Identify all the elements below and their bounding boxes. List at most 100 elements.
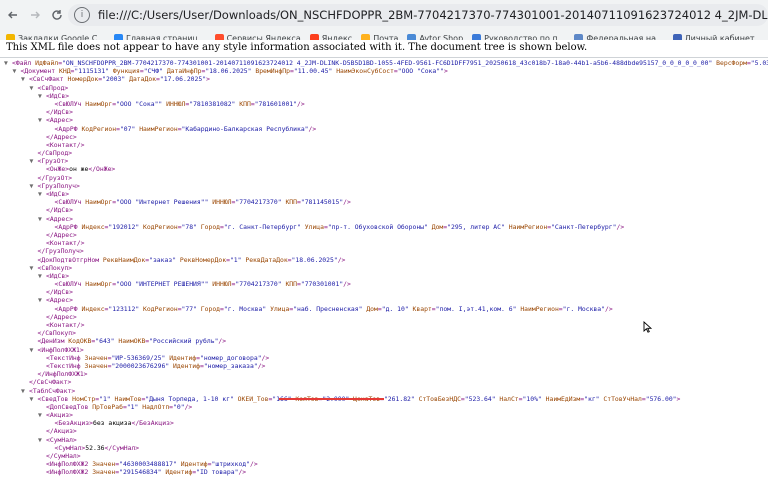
collapse-triangle-icon[interactable]: ▼ — [38, 436, 46, 444]
xml-attr-name: Значен — [84, 353, 108, 362]
xml-tag: </СумНал> — [46, 452, 81, 460]
xml-attr-name: НаимРегион — [139, 124, 178, 133]
xml-attr-name: КНД — [59, 67, 71, 76]
xml-line: ▼ <СведТов НомСтр="1" НаимТов="Дыня Торпе… — [0, 395, 768, 403]
xml-attr-value: "643" — [95, 337, 115, 346]
xml-attr-name: Город — [200, 304, 221, 313]
address-bar[interactable]: i file:///C:/Users/User/Downloads/ON_NSC… — [68, 4, 768, 26]
collapse-triangle-icon[interactable]: ▼ — [38, 116, 46, 124]
xml-attr-value: "ID товара" — [196, 468, 239, 477]
xml-attr-name: Индекс — [81, 304, 105, 313]
collapse-triangle-icon[interactable]: ▼ — [21, 75, 29, 83]
collapse-triangle-icon[interactable]: ▼ — [30, 182, 38, 190]
xml-text: 52.36 — [85, 443, 105, 452]
xml-attr-value: "заказ" — [149, 255, 177, 264]
xml-line: ▼ <ИнфПолФХЖ1> — [0, 346, 768, 354]
xml-attr-name: РеквДатаДок — [245, 255, 288, 264]
reload-icon[interactable] — [48, 6, 66, 24]
xml-tag: </Адрес> — [46, 312, 77, 321]
xml-tag: <СумНал> — [46, 435, 77, 444]
xml-tree: ▼ <Файл ИдФайл="ON_NSCHFDOPPR_2BM-7704217… — [0, 59, 768, 477]
xml-attr-value: "7704217370" — [235, 198, 282, 207]
xml-attr-name: Идентиф — [180, 460, 208, 469]
xml-attr-name: Значен — [92, 460, 116, 469]
xml-tag: <Контакт/> — [46, 239, 85, 248]
info-icon[interactable]: i — [74, 7, 90, 23]
xml-attr-value: "ИР-536369/25" — [111, 353, 166, 362]
xml-line: <ИнфПолФХЖ2 Значен="4630003488817" Идент… — [0, 460, 768, 468]
xml-line: ▼ <ТаблСчФакт> — [0, 387, 768, 395]
xml-attr-value: "Российский рубль" — [149, 337, 219, 346]
collapse-triangle-icon[interactable]: ▼ — [13, 67, 21, 75]
xml-attr-name: РеквНаимДок — [102, 255, 146, 264]
forward-arrow-icon[interactable] — [26, 6, 44, 24]
xml-attr-name: Значен — [84, 361, 108, 370]
xml-line: ▼ <ИдСв> — [0, 272, 768, 280]
xml-line: ▼ <Адрес> — [0, 296, 768, 304]
xml-tag-end: /> — [343, 280, 351, 289]
collapse-triangle-icon[interactable]: ▼ — [4, 59, 12, 67]
xml-line: </ИдСв> — [0, 206, 768, 214]
xml-attr-name: НаимОрг — [85, 198, 113, 207]
xml-attr-name: КодРегион — [143, 222, 178, 231]
xml-attr-value: "ООО "ИНТЕРНЕТ РЕШЕНИЯ"" — [116, 280, 209, 289]
collapse-triangle-icon[interactable]: ▼ — [38, 215, 46, 223]
xml-attr-value: "781145015" — [300, 198, 344, 207]
collapse-triangle-icon[interactable]: ▼ — [30, 395, 38, 403]
xml-tag: <ГрузПолуч> — [37, 181, 80, 190]
xml-info-bar: This XML file does not appear to have an… — [0, 40, 768, 58]
xml-attr-name: НаимРегион — [520, 304, 559, 313]
collapse-triangle-icon[interactable]: ▼ — [38, 272, 46, 280]
collapse-triangle-icon[interactable]: ▼ — [30, 84, 38, 92]
collapse-triangle-icon[interactable]: ▼ — [21, 387, 29, 395]
collapse-triangle-icon[interactable]: ▼ — [38, 411, 46, 419]
xml-line: ▼ <Файл ИдФайл="ON_NSCHFDOPPR_2BM-7704217… — [0, 59, 768, 67]
xml-close-tag: </ОнЖе> — [88, 165, 116, 174]
collapse-triangle-icon[interactable]: ▼ — [38, 296, 46, 304]
xml-tag: <СумНал> — [54, 443, 86, 452]
xml-line: </ИдСв> — [0, 108, 768, 116]
xml-attr-name: НаимОрг — [85, 99, 113, 108]
xml-line: </ГрузОт> — [0, 174, 768, 182]
xml-attr-value: "номер_заказа" — [203, 361, 258, 370]
xml-tag-end: /> — [337, 255, 346, 264]
xml-attr-name: Улица — [270, 304, 290, 313]
xml-attr-value: "523.64" — [464, 394, 496, 403]
collapse-triangle-icon[interactable]: ▼ — [38, 190, 46, 198]
xml-tag: <ИнфПолФХЖ2 — [46, 468, 89, 477]
back-arrow-icon[interactable] — [4, 6, 22, 24]
xml-tag-end: /> — [218, 337, 227, 346]
xml-tag: </ГрузПолуч> — [37, 247, 84, 256]
xml-attr-name: Идентиф — [173, 361, 200, 370]
collapse-triangle-icon[interactable]: ▼ — [30, 157, 38, 165]
xml-attr-name: КодРегион — [81, 124, 117, 133]
xml-attr-value: "Дыня Торпеда, 1-10 кг" — [145, 394, 234, 403]
collapse-triangle-icon[interactable]: ▼ — [38, 92, 46, 100]
collapse-triangle-icon[interactable]: ▼ — [30, 346, 38, 354]
xml-attr-name: ДатаИнфПр — [166, 67, 202, 76]
xml-attr-value: "07" — [119, 124, 136, 133]
xml-attr-value: "д. 10" — [381, 304, 409, 313]
xml-tag-end: /> — [238, 468, 247, 477]
xml-attr-name: НаимТов — [114, 394, 142, 403]
xml-text: без акциза — [92, 419, 132, 428]
xml-attr-name: Дом — [366, 304, 378, 313]
xml-line: ▼ <Акциз> — [0, 411, 768, 419]
xml-attr-name: Город — [200, 222, 221, 231]
xml-attr-name: ОКЕИ_Тов — [237, 394, 269, 403]
xml-attr-name: СтТовУчНал — [603, 394, 642, 403]
collapse-triangle-icon[interactable]: ▼ — [30, 264, 38, 272]
xml-line: <ДопСведТов ПрТовРаб="1" НадлОтп="0"/> — [0, 403, 768, 411]
xml-tag: </ГрузОт> — [37, 173, 73, 182]
xml-attr-name: Улица — [304, 222, 324, 231]
mouse-cursor-icon — [643, 318, 653, 337]
xml-tag-end: /> — [343, 198, 351, 207]
xml-tag: <СвСчФакт — [29, 75, 64, 84]
xml-tag: <Адрес> — [46, 116, 73, 125]
xml-attr-name: НаимЕдИзм — [545, 394, 581, 403]
xml-tag: <Адрес> — [46, 296, 73, 305]
xml-tag: </ИдСв> — [46, 108, 73, 117]
xml-tag-end: /> — [604, 304, 613, 313]
xml-tag: <ТекстИнф — [46, 361, 81, 370]
xml-tag: </Адрес> — [46, 230, 77, 239]
